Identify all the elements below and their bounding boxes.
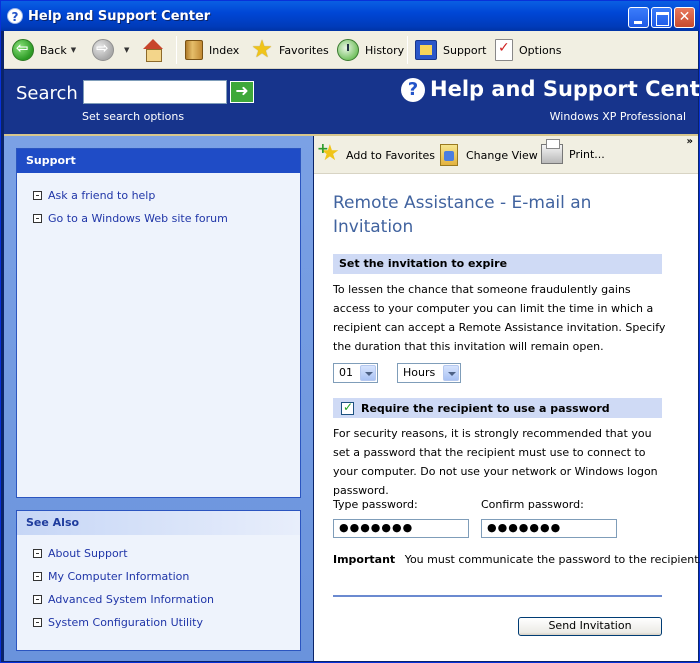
back-dropdown-icon[interactable]: ▼ — [71, 46, 76, 54]
confirm-password-label: Confirm password: — [481, 498, 584, 511]
password-section-heading: Require the recipient to use a password — [333, 398, 662, 418]
add-favorite-star-icon: ★ — [317, 139, 342, 166]
important-note: Important You must communicate the passw… — [333, 553, 700, 566]
set-search-options-link[interactable]: Set search options — [82, 110, 184, 123]
invitation-form: Remote Assistance - E-mail an Invitation… — [314, 175, 700, 661]
support-panel: Support Ask a friend to help Go to a Win… — [16, 148, 301, 498]
see-also-panel-body: About Support My Computer Information Ad… — [17, 535, 300, 650]
window-title: Help and Support Center — [28, 9, 211, 24]
support-button[interactable]: Support — [415, 37, 486, 63]
main-toolbar: Back ▼ ▼ Index ★ Favorites History Suppo… — [4, 31, 698, 69]
go-arrow-icon: ➜ — [235, 81, 249, 100]
close-button[interactable]: ✕ — [674, 7, 695, 28]
help-app-icon: ? — [7, 8, 23, 24]
forward-button[interactable]: ▼ — [92, 37, 129, 63]
favorites-button[interactable]: ★ Favorites — [251, 35, 328, 63]
expire-description: To lessen the chance that someone fraudu… — [333, 283, 666, 353]
title-bar[interactable]: ? Help and Support Center ✕ — [1, 1, 699, 31]
index-button[interactable]: Index — [185, 37, 239, 63]
favorites-star-icon: ★ — [251, 35, 273, 63]
toolbar-separator — [407, 36, 408, 64]
printer-icon — [541, 139, 563, 164]
add-to-favorites-button[interactable]: ★ Add to Favorites — [317, 139, 435, 166]
important-label: Important — [333, 553, 396, 566]
change-view-button[interactable]: Change View — [440, 144, 538, 166]
bullet-icon — [33, 549, 42, 558]
chevron-down-icon — [360, 365, 376, 381]
password-description: For security reasons, it is strongly rec… — [333, 427, 658, 497]
see-also-panel: See Also About Support My Computer Infor… — [16, 510, 301, 651]
back-button[interactable]: Back ▼ — [12, 37, 76, 63]
search-input[interactable] — [83, 80, 227, 104]
navigation-pane: Support Ask a friend to help Go to a Win… — [4, 136, 313, 661]
brand-title: Help and Support Center — [430, 77, 700, 101]
support-panel-title: Support — [17, 149, 300, 173]
bullet-icon — [33, 595, 42, 604]
minimize-button[interactable] — [628, 7, 649, 28]
options-checklist-icon — [495, 39, 513, 61]
history-clock-icon — [337, 39, 359, 61]
help-and-support-window: ? Help and Support Center ✕ Back ▼ ▼ Ind… — [0, 0, 700, 663]
chevron-down-icon — [443, 365, 459, 381]
search-label: Search — [16, 83, 78, 104]
search-go-button[interactable]: ➜ — [230, 81, 254, 103]
home-button[interactable] — [141, 37, 171, 63]
bullet-icon — [33, 572, 42, 581]
help-brand-icon: ? — [401, 78, 425, 102]
print-button[interactable]: Print... — [541, 139, 605, 164]
content-toolbar: ★ Add to Favorites Change View Print... … — [314, 136, 698, 174]
forward-dropdown-icon[interactable]: ▼ — [124, 46, 129, 54]
brand-subtitle: Windows XP Professional — [549, 110, 686, 123]
support-icon — [415, 40, 437, 60]
toolbar-separator — [176, 36, 177, 64]
require-password-checkbox[interactable] — [341, 400, 354, 415]
important-text: You must communicate the password to the… — [404, 553, 700, 566]
options-button[interactable]: Options — [495, 37, 561, 63]
type-password-label: Type password: — [333, 498, 418, 511]
back-arrow-icon — [12, 39, 34, 61]
toolbar-overflow-chevron[interactable]: » — [687, 136, 693, 147]
page-title: Remote Assistance - E-mail an Invitation — [333, 193, 592, 237]
bullet-icon — [33, 618, 42, 627]
home-icon — [141, 39, 165, 62]
close-icon: ✕ — [678, 9, 691, 25]
windows-forum-link[interactable]: Go to a Windows Web site forum — [33, 212, 228, 225]
duration-value-select[interactable]: 01 — [333, 363, 378, 383]
system-configuration-utility-link[interactable]: System Configuration Utility — [33, 616, 203, 629]
form-divider — [333, 595, 662, 597]
history-button[interactable]: History — [337, 37, 404, 63]
search-header: Search ➜ Set search options ? Help and S… — [4, 70, 700, 134]
bullet-icon — [33, 214, 42, 223]
my-computer-information-link[interactable]: My Computer Information — [33, 570, 189, 583]
forward-arrow-icon — [92, 39, 114, 61]
content-pane: ★ Add to Favorites Change View Print... … — [314, 136, 700, 661]
navigation-pane-background: Support Ask a friend to help Go to a Win… — [4, 136, 313, 661]
confirm-password-field[interactable]: ●●●●●●● — [481, 519, 617, 538]
send-invitation-button[interactable]: Send Invitation — [518, 617, 662, 636]
expire-section-heading: Set the invitation to expire — [333, 254, 662, 274]
maximize-button[interactable] — [651, 7, 672, 28]
see-also-panel-title: See Also — [17, 511, 300, 535]
bullet-icon — [33, 191, 42, 200]
ask-friend-link[interactable]: Ask a friend to help — [33, 189, 155, 202]
index-book-icon — [185, 40, 203, 60]
advanced-system-information-link[interactable]: Advanced System Information — [33, 593, 214, 606]
type-password-field[interactable]: ●●●●●●● — [333, 519, 469, 538]
change-view-icon — [440, 144, 458, 166]
support-panel-body: Ask a friend to help Go to a Windows Web… — [17, 173, 300, 497]
duration-unit-select[interactable]: Hours — [397, 363, 461, 383]
about-support-link[interactable]: About Support — [33, 547, 128, 560]
